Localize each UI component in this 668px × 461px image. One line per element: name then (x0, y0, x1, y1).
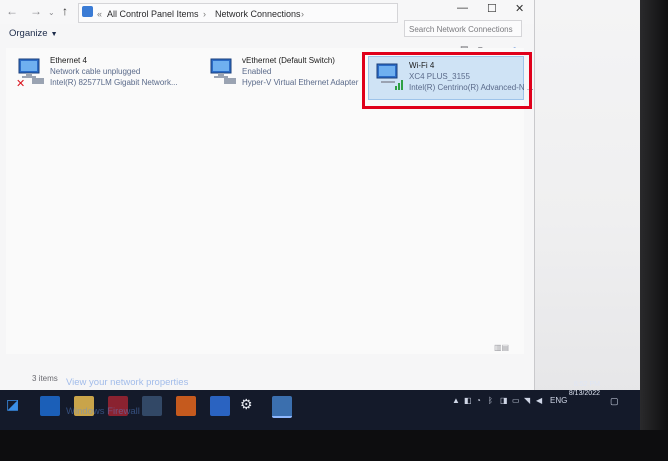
desktop-screen: ← → ⌄ ↑ « All Control Panel Items › Netw… (0, 0, 668, 400)
highlight-box (362, 52, 532, 109)
settings-icon[interactable]: ⚙ (240, 396, 260, 416)
connection-name: vEthernet (Default Switch) (242, 56, 335, 65)
organize-label: Organize (9, 28, 48, 39)
view-network-properties-link[interactable]: View your network properties (66, 377, 188, 388)
network-connections-icon[interactable] (272, 396, 292, 418)
view-toggle-icon[interactable]: ▥▤ (494, 343, 509, 352)
organize-menu[interactable]: Organize ▼ (9, 28, 58, 39)
connection-name: Ethernet 4 (50, 56, 87, 65)
breadcrumb-chevron[interactable]: › (203, 9, 206, 19)
minimize-icon[interactable]: — (457, 2, 468, 14)
monitor-bezel-right (640, 0, 668, 461)
back-arrow-icon[interactable]: ← (6, 4, 18, 18)
ie-icon[interactable] (40, 396, 60, 416)
network-connections-window: ← → ⌄ ↑ « All Control Panel Items › Netw… (0, 0, 535, 393)
tray-language[interactable]: ENG (550, 396, 567, 405)
connection-device: Intel(R) 82577LM Gigabit Network... (50, 78, 178, 87)
command-bar: Organize ▼ (0, 26, 534, 44)
ethernet-disconnected-icon: ✕ (16, 58, 44, 88)
connection-device: Hyper-V Virtual Ethernet Adapter (242, 78, 359, 87)
breadcrumb-chevron-2[interactable]: › (301, 9, 304, 19)
breadcrumb-all-control-panel[interactable]: All Control Panel Items (107, 9, 199, 19)
clock-date: 8/13/2022 (568, 390, 600, 397)
close-icon[interactable]: ✕ (515, 2, 524, 15)
tray-volume-icon[interactable]: ◀ (536, 396, 542, 405)
connection-status: Enabled (242, 67, 272, 76)
status-bar-count: 3 items (32, 374, 58, 383)
maximize-icon[interactable]: ☐ (487, 2, 497, 15)
breadcrumb-network-connections[interactable]: Network Connections (215, 9, 301, 19)
connection-status: Network cable unplugged (50, 67, 141, 76)
address-bar[interactable]: « All Control Panel Items › Network Conn… (78, 3, 398, 23)
tray-battery-icon[interactable]: ▭ (512, 396, 520, 405)
windows-firewall-link[interactable]: Windows Firewall (66, 406, 140, 417)
tray-security-icon[interactable]: ◨ (500, 396, 508, 405)
up-arrow-icon[interactable]: ↑ (62, 4, 68, 18)
recent-chevron-icon[interactable]: ⌄ (48, 6, 55, 20)
forward-arrow-icon[interactable]: → (30, 4, 42, 18)
tray-app-icon[interactable]: ◧ (464, 396, 472, 405)
control-panel-icon (82, 6, 93, 17)
monitor-bezel-bottom (0, 430, 668, 461)
tray-network-icon[interactable]: ◥ (524, 396, 530, 405)
tray-sync-icon[interactable]: ◔ (476, 396, 481, 405)
connection-vethernet[interactable]: vEthernet (Default Switch) Enabled Hyper… (202, 52, 362, 98)
address-separator: « (97, 9, 103, 19)
clock-time: 8:52 PM (573, 381, 600, 388)
chevron-down-icon: ▼ (50, 31, 58, 38)
connection-ethernet-4[interactable]: ✕ Ethernet 4 Network cable unplugged Int… (10, 52, 178, 98)
mail-icon[interactable] (176, 396, 196, 416)
xbox-icon[interactable] (210, 396, 230, 416)
photos-icon[interactable] (142, 396, 162, 416)
svg-text:✕: ✕ (16, 77, 25, 88)
notification-icon[interactable]: ▢ (610, 396, 619, 407)
taskbar-clock[interactable]: 8:52 PM 8/13/2022 (568, 380, 600, 398)
ethernet-icon (210, 58, 236, 84)
tray-chevron-icon[interactable]: ▲ (452, 396, 460, 405)
tray-bluetooth-icon[interactable]: ᛒ (488, 396, 493, 405)
start-icon[interactable]: ◪ (6, 396, 26, 416)
